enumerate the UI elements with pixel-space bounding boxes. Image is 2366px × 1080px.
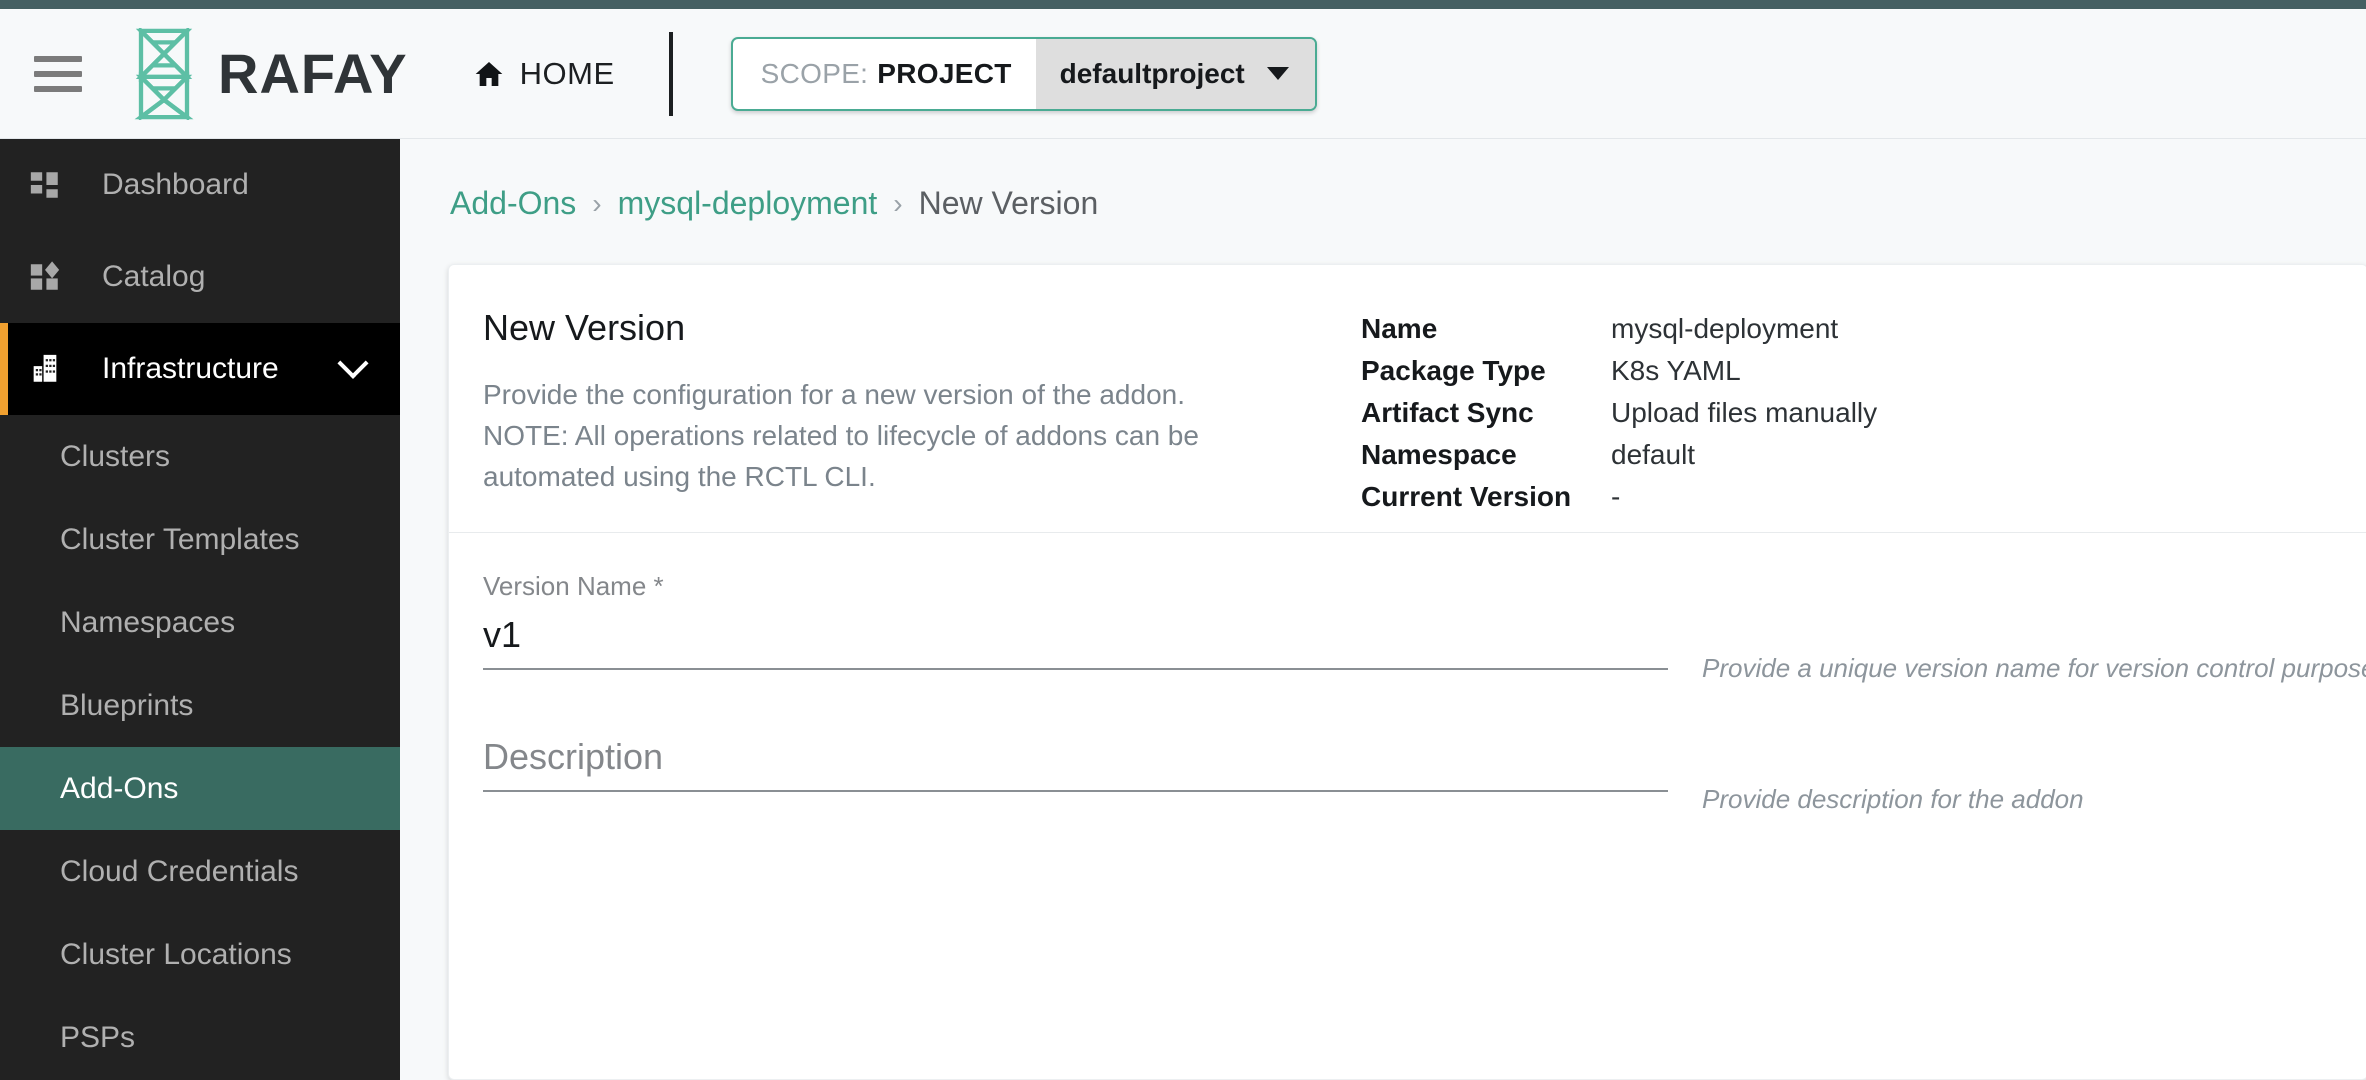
- metadata-key: Artifact Sync: [1361, 397, 1534, 428]
- sidebar-label: Cluster Locations: [60, 937, 292, 971]
- sidebar-label: Catalog: [102, 260, 206, 293]
- sidebar-item-dashboard[interactable]: Dashboard: [0, 139, 400, 231]
- version-name-label: Version Name *: [483, 571, 664, 601]
- home-nav-button[interactable]: HOME: [472, 56, 615, 92]
- rafay-logo[interactable]: RAFAY: [120, 27, 408, 120]
- metadata-value: K8s YAML: [1611, 355, 1741, 386]
- breadcrumb: Add-Ons › mysql-deployment › New Version: [400, 139, 2366, 222]
- scope-selector[interactable]: SCOPE: PROJECT defaultproject: [730, 36, 1317, 111]
- metadata-key: Current Version: [1361, 481, 1572, 512]
- breadcrumb-item-add-ons[interactable]: Add-Ons: [450, 185, 576, 222]
- sidebar-label: Infrastructure: [102, 352, 279, 385]
- page-description: Provide the configuration for a new vers…: [483, 379, 1199, 492]
- top-accent-strip: [0, 0, 2366, 9]
- building-icon: [28, 352, 76, 386]
- description-field[interactable]: Description: [483, 736, 1668, 792]
- project-dropdown[interactable]: defaultproject: [1035, 38, 1315, 109]
- sidebar-item-add-ons[interactable]: Add-Ons: [0, 747, 400, 830]
- sidebar: Dashboard Catalog Infrastructure Cluster…: [0, 139, 400, 1080]
- sidebar-item-psps[interactable]: PSPs: [0, 996, 400, 1079]
- metadata-row: Namespace default: [1361, 439, 1877, 471]
- breadcrumb-item-new-version: New Version: [918, 185, 1099, 221]
- breadcrumb-item-mysql-deployment[interactable]: mysql-deployment: [618, 185, 878, 222]
- addon-metadata: Name mysql-deployment Package Type K8s Y…: [1361, 307, 1877, 532]
- version-name-hint: Provide a unique version name for versio…: [1702, 653, 2366, 683]
- metadata-value: Upload files manually: [1611, 397, 1878, 428]
- metadata-row: Current Version -: [1361, 481, 1877, 513]
- version-name-field[interactable]: Version Name * v1: [483, 571, 1668, 670]
- project-name: defaultproject: [1059, 57, 1245, 89]
- metadata-key: Package Type: [1361, 355, 1546, 386]
- sidebar-label: PSPs: [60, 1020, 136, 1054]
- card-header: New Version Provide the configuration fo…: [449, 265, 2366, 533]
- metadata-key: Name: [1361, 313, 1438, 344]
- sidebar-item-infrastructure[interactable]: Infrastructure: [0, 323, 400, 415]
- dashboard-grid-icon: [28, 168, 76, 202]
- sidebar-item-cluster-templates[interactable]: Cluster Templates: [0, 498, 400, 581]
- description-hint: Provide description for the addon: [1702, 784, 2084, 814]
- metadata-key: Namespace: [1361, 439, 1517, 470]
- metadata-value: mysql-deployment: [1611, 313, 1839, 344]
- metadata-value: default: [1611, 439, 1696, 470]
- sidebar-label: Clusters: [60, 439, 171, 473]
- page-title: New Version: [483, 307, 686, 348]
- sidebar-item-cloud-credentials[interactable]: Cloud Credentials: [0, 830, 400, 913]
- form-area: Version Name * v1 Provide a unique versi…: [449, 571, 2366, 814]
- sidebar-label: Cloud Credentials: [60, 854, 299, 888]
- sidebar-label: Blueprints: [60, 688, 194, 722]
- scope-value: PROJECT: [877, 57, 1012, 89]
- metadata-row: Name mysql-deployment: [1361, 313, 1877, 345]
- sidebar-item-cluster-locations[interactable]: Cluster Locations: [0, 913, 400, 996]
- chevron-down-icon: [1266, 67, 1289, 80]
- hamburger-icon[interactable]: [34, 55, 82, 92]
- version-name-input[interactable]: v1: [483, 614, 1668, 658]
- breadcrumb-separator: ›: [893, 187, 903, 219]
- sidebar-item-namespaces[interactable]: Namespaces: [0, 581, 400, 664]
- app-header: RAFAY HOME SCOPE: PROJECT defaultproject: [0, 9, 2366, 139]
- metadata-row: Package Type K8s YAML: [1361, 355, 1877, 387]
- sidebar-label: Namespaces: [60, 605, 236, 639]
- header-divider: [668, 31, 673, 116]
- breadcrumb-separator: ›: [592, 187, 602, 219]
- catalog-diamond-icon: [28, 260, 76, 294]
- sidebar-label: Add-Ons: [60, 771, 179, 805]
- sidebar-item-catalog[interactable]: Catalog: [0, 231, 400, 323]
- scope-label-group: SCOPE: PROJECT: [733, 39, 1036, 109]
- metadata-row: Artifact Sync Upload files manually: [1361, 397, 1877, 429]
- description-input[interactable]: Description: [483, 736, 1668, 780]
- chevron-down-icon: [337, 347, 369, 379]
- sidebar-label: Dashboard: [102, 168, 249, 201]
- main-content: Add-Ons › mysql-deployment › New Version…: [400, 139, 2366, 1080]
- sidebar-item-clusters[interactable]: Clusters: [0, 415, 400, 498]
- scope-label: SCOPE:: [760, 57, 869, 89]
- sidebar-label: Cluster Templates: [60, 522, 300, 556]
- home-icon: [475, 61, 502, 86]
- rafay-lattice-logo: [134, 27, 194, 120]
- metadata-value: -: [1611, 481, 1621, 512]
- card-header-left: New Version Provide the configuration fo…: [483, 307, 1333, 532]
- new-version-card: New Version Provide the configuration fo…: [448, 264, 2366, 1080]
- sidebar-item-blueprints[interactable]: Blueprints: [0, 664, 400, 747]
- logo-text: RAFAY: [218, 42, 408, 105]
- home-label: HOME: [519, 55, 615, 91]
